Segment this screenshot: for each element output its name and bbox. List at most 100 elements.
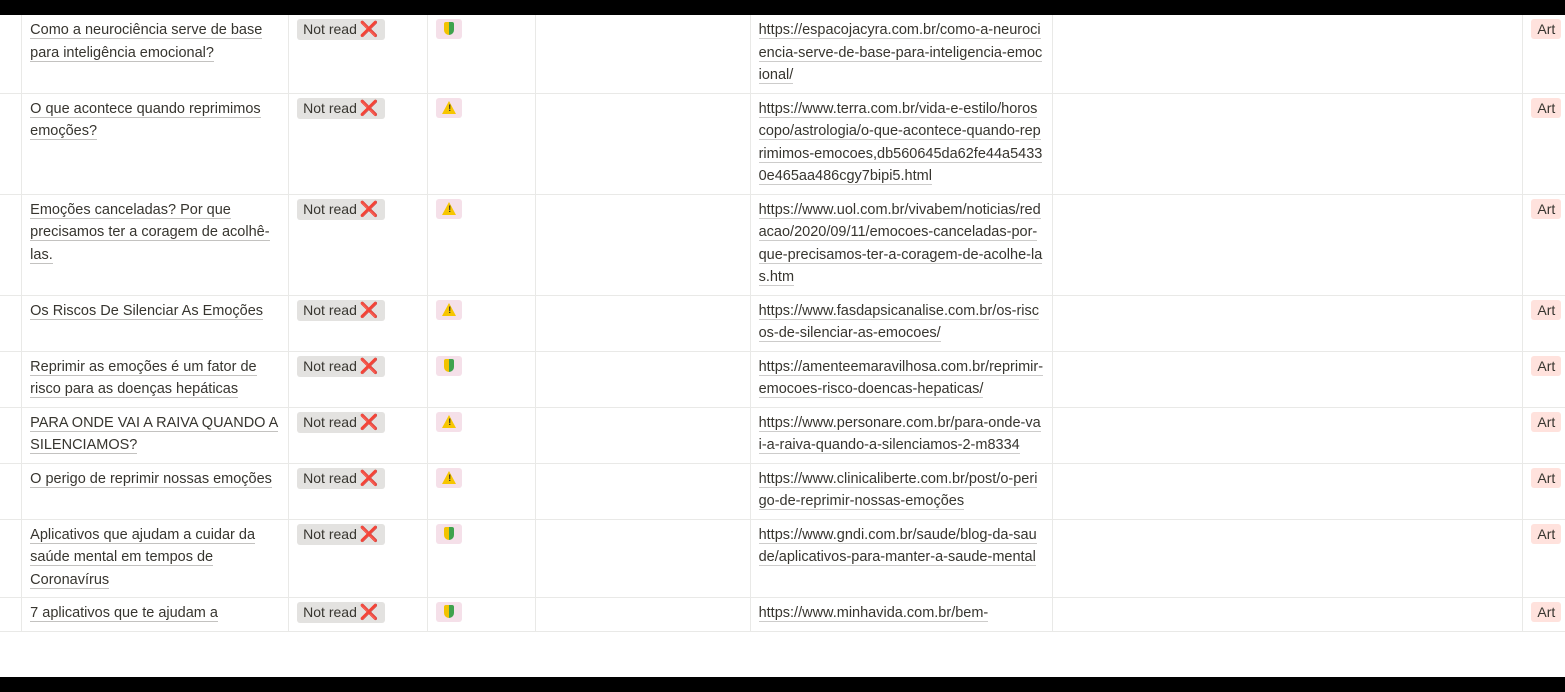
- article-url[interactable]: https://amenteemaravilhosa.com.br/reprim…: [758, 358, 1044, 398]
- status-cell[interactable]: Not read ❌: [288, 93, 429, 195]
- empty-cell[interactable]: [1052, 463, 1524, 520]
- reliability-tag[interactable]: [436, 602, 463, 622]
- reliability-tag[interactable]: !: [436, 299, 463, 320]
- status-tag[interactable]: Not read ❌: [297, 19, 385, 40]
- status-tag[interactable]: Not read ❌: [297, 198, 385, 220]
- status-tag[interactable]: Not read ❌: [297, 523, 385, 545]
- title-cell[interactable]: Reprimir as emoções é um fator de risco …: [21, 351, 290, 408]
- title-cell[interactable]: Aplicativos que ajudam a cuidar da saúde…: [21, 519, 290, 598]
- reliability-tag[interactable]: !: [436, 198, 463, 219]
- row-gutter[interactable]: [0, 295, 23, 352]
- url-cell[interactable]: https://www.uol.com.br/vivabem/noticias/…: [750, 194, 1053, 296]
- url-cell[interactable]: https://amenteemaravilhosa.com.br/reprim…: [750, 351, 1053, 408]
- title-cell[interactable]: Emoções canceladas? Por que precisamos t…: [21, 194, 290, 296]
- article-title[interactable]: Aplicativos que ajudam a cuidar da saúde…: [30, 526, 256, 589]
- row-gutter[interactable]: [0, 15, 23, 94]
- article-title[interactable]: PARA ONDE VAI A RAIVA QUANDO A SILENCIAM…: [30, 414, 279, 454]
- table-row[interactable]: Reprimir as emoções é um fator de risco …: [0, 351, 1565, 408]
- empty-cell[interactable]: [535, 295, 751, 352]
- url-cell[interactable]: https://www.gndi.com.br/saude/blog-da-sa…: [750, 519, 1053, 598]
- reliability-cell[interactable]: [427, 519, 536, 598]
- type-cell[interactable]: Art: [1522, 194, 1565, 296]
- status-cell[interactable]: Not read ❌: [288, 597, 429, 632]
- reliability-tag[interactable]: !: [436, 467, 463, 488]
- type-tag[interactable]: Art: [1531, 355, 1562, 376]
- empty-cell[interactable]: [535, 463, 751, 520]
- reliability-tag[interactable]: !: [436, 97, 463, 118]
- empty-cell[interactable]: [1052, 407, 1524, 464]
- title-cell[interactable]: PARA ONDE VAI A RAIVA QUANDO A SILENCIAM…: [21, 407, 290, 464]
- type-cell[interactable]: Art: [1522, 15, 1565, 94]
- reliability-cell[interactable]: [427, 15, 536, 94]
- url-cell[interactable]: https://www.terra.com.br/vida-e-estilo/h…: [750, 93, 1053, 195]
- article-title[interactable]: O perigo de reprimir nossas emoções: [30, 470, 272, 488]
- reliability-tag[interactable]: [436, 19, 463, 39]
- url-cell[interactable]: https://www.personare.com.br/para-onde-v…: [750, 407, 1053, 464]
- url-cell[interactable]: https://www.fasdapsicanalise.com.br/os-r…: [750, 295, 1053, 352]
- article-title[interactable]: 7 aplicativos que te ajudam a: [30, 605, 218, 622]
- type-tag[interactable]: Art: [1531, 299, 1562, 320]
- table-row[interactable]: O perigo de reprimir nossas emoções Not r…: [0, 463, 1565, 520]
- empty-cell[interactable]: [535, 93, 751, 195]
- status-cell[interactable]: Not read ❌: [288, 463, 429, 520]
- status-tag[interactable]: Not read ❌: [297, 467, 385, 489]
- empty-cell[interactable]: [1052, 295, 1524, 352]
- url-cell[interactable]: https://www.minhavida.com.br/bem-: [750, 597, 1053, 632]
- status-cell[interactable]: Not read ❌: [288, 194, 429, 296]
- table-row[interactable]: Emoções canceladas? Por que precisamos t…: [0, 194, 1565, 296]
- empty-cell[interactable]: [1052, 15, 1524, 94]
- empty-cell[interactable]: [1052, 93, 1524, 195]
- reliability-cell[interactable]: [427, 351, 536, 408]
- type-tag[interactable]: Art: [1531, 467, 1562, 488]
- row-gutter[interactable]: [0, 463, 23, 520]
- article-url[interactable]: https://espacojacyra.com.br/como-a-neuro…: [758, 22, 1043, 84]
- empty-cell[interactable]: [535, 351, 751, 408]
- title-cell[interactable]: O perigo de reprimir nossas emoções: [21, 463, 290, 520]
- empty-cell[interactable]: [1052, 519, 1524, 598]
- status-cell[interactable]: Not read ❌: [288, 351, 429, 408]
- url-cell[interactable]: https://www.clinicaliberte.com.br/post/o…: [750, 463, 1053, 520]
- type-cell[interactable]: Art: [1522, 519, 1565, 598]
- table-row[interactable]: Os Riscos De Silenciar As Emoções Not rea…: [0, 295, 1565, 352]
- reliability-cell[interactable]: [427, 597, 536, 632]
- status-tag[interactable]: Not read ❌: [297, 602, 385, 623]
- status-tag[interactable]: Not read ❌: [297, 355, 385, 377]
- article-url[interactable]: https://www.uol.com.br/vivabem/noticias/…: [758, 201, 1043, 286]
- row-gutter[interactable]: [0, 194, 23, 296]
- status-tag[interactable]: Not read ❌: [297, 97, 385, 119]
- reliability-tag[interactable]: !: [436, 411, 463, 432]
- article-title[interactable]: Os Riscos De Silenciar As Emoções: [30, 302, 264, 320]
- status-tag[interactable]: Not read ❌: [297, 299, 385, 321]
- title-cell[interactable]: Os Riscos De Silenciar As Emoções: [21, 295, 290, 352]
- reliability-cell[interactable]: !: [427, 93, 536, 195]
- reliability-cell[interactable]: !: [427, 194, 536, 296]
- article-url[interactable]: https://www.terra.com.br/vida-e-estilo/h…: [758, 100, 1043, 185]
- type-cell[interactable]: Art: [1522, 463, 1565, 520]
- type-tag[interactable]: Art: [1531, 602, 1562, 622]
- type-tag[interactable]: Art: [1531, 411, 1562, 432]
- type-cell[interactable]: Art: [1522, 93, 1565, 195]
- reliability-tag[interactable]: [436, 523, 463, 544]
- type-cell[interactable]: Art: [1522, 295, 1565, 352]
- title-cell[interactable]: Como a neurociência serve de base para i…: [21, 15, 290, 94]
- status-cell[interactable]: Not read ❌: [288, 295, 429, 352]
- empty-cell[interactable]: [535, 407, 751, 464]
- article-url[interactable]: https://www.fasdapsicanalise.com.br/os-r…: [758, 302, 1040, 342]
- row-gutter[interactable]: [0, 351, 23, 408]
- empty-cell[interactable]: [535, 597, 751, 632]
- article-url[interactable]: https://www.gndi.com.br/saude/blog-da-sa…: [758, 526, 1037, 566]
- table-row[interactable]: Como a neurociência serve de base para i…: [0, 15, 1565, 94]
- type-tag[interactable]: Art: [1531, 19, 1562, 39]
- type-cell[interactable]: Art: [1522, 407, 1565, 464]
- article-title[interactable]: O que acontece quando reprimimos emoções…: [30, 100, 261, 140]
- reliability-cell[interactable]: !: [427, 463, 536, 520]
- table-row[interactable]: 7 aplicativos que te ajudam a Not read ❌ ht…: [0, 597, 1565, 632]
- reliability-tag[interactable]: [436, 355, 463, 376]
- empty-cell[interactable]: [1052, 351, 1524, 408]
- status-cell[interactable]: Not read ❌: [288, 519, 429, 598]
- title-cell[interactable]: O que acontece quando reprimimos emoções…: [21, 93, 290, 195]
- title-cell[interactable]: 7 aplicativos que te ajudam a: [21, 597, 290, 632]
- type-tag[interactable]: Art: [1531, 198, 1562, 219]
- empty-cell[interactable]: [1052, 194, 1524, 296]
- table-row[interactable]: PARA ONDE VAI A RAIVA QUANDO A SILENCIAM…: [0, 407, 1565, 464]
